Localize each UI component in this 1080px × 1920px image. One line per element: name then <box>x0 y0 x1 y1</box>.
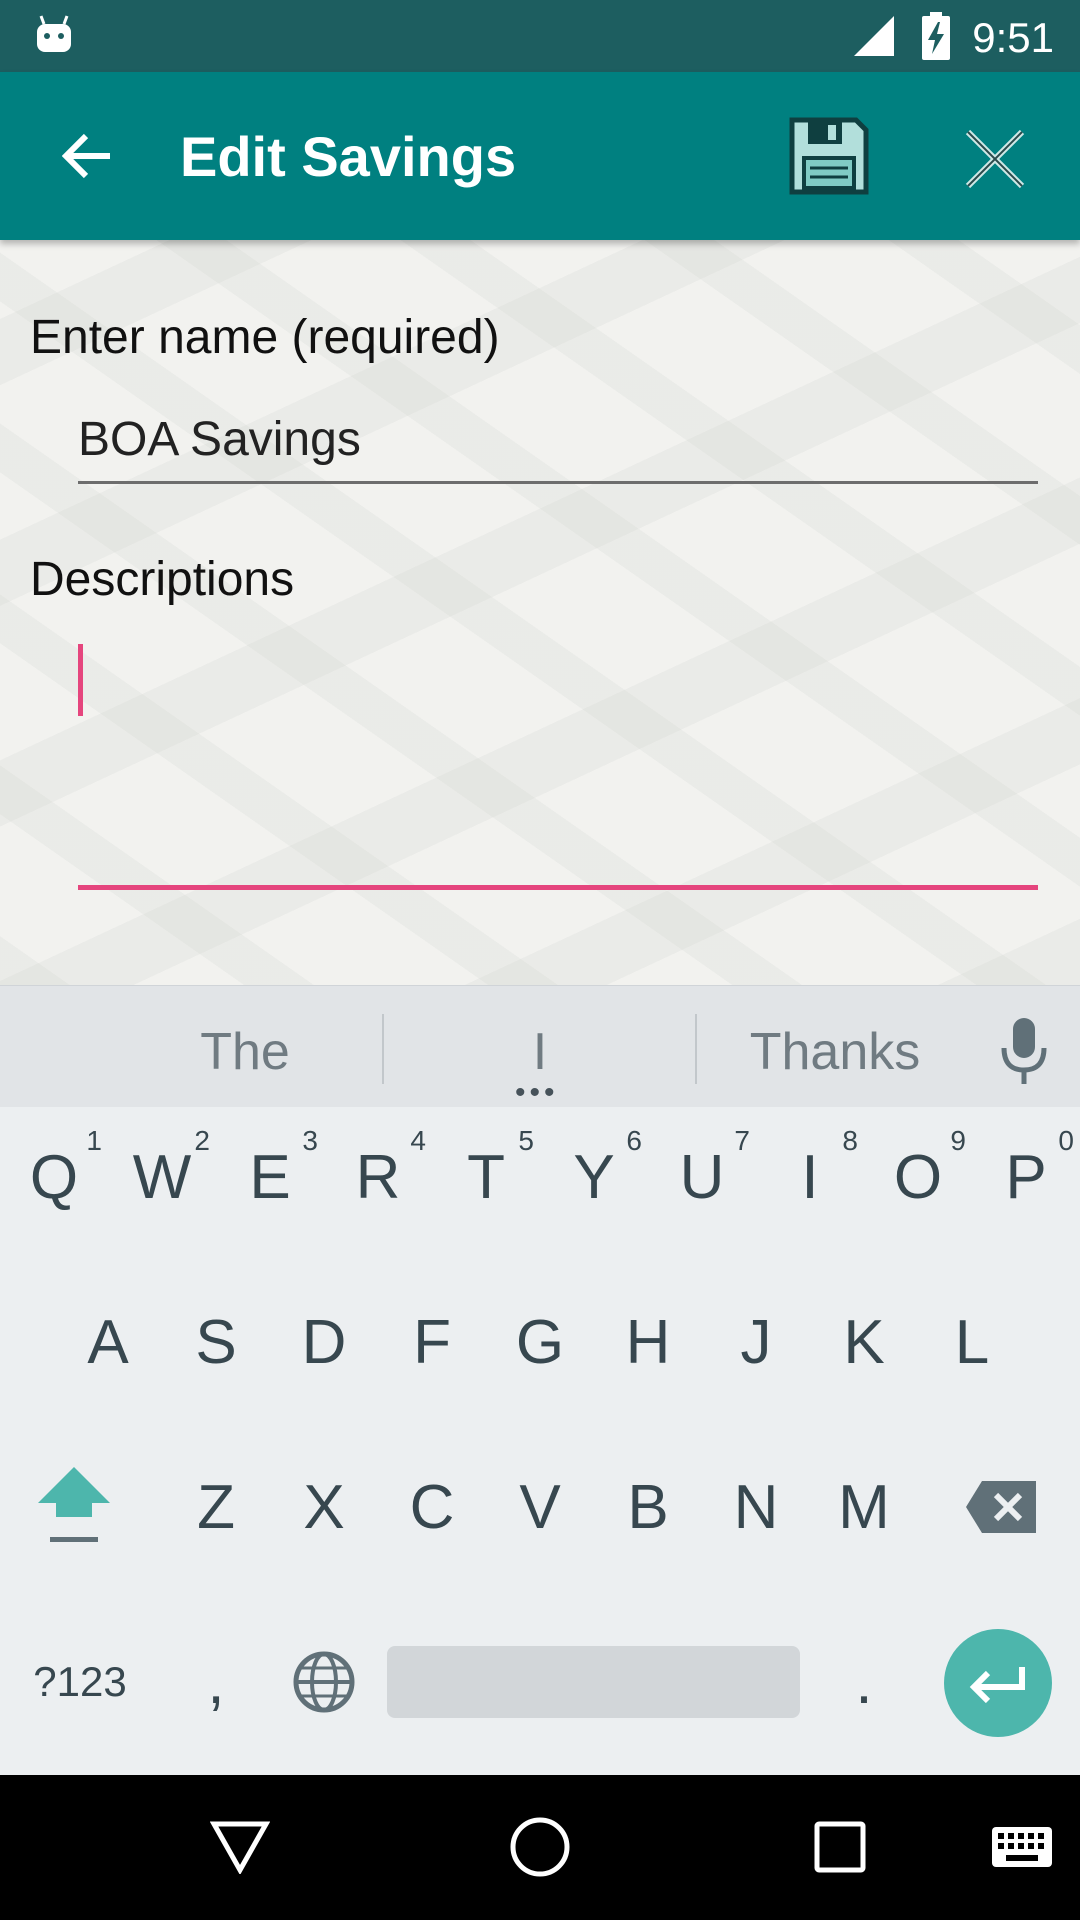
key-b[interactable]: B <box>598 1437 698 1577</box>
description-label: Descriptions <box>30 553 295 606</box>
key-s[interactable]: S <box>166 1272 266 1412</box>
key-r[interactable]: R4 <box>328 1107 428 1247</box>
description-input[interactable] <box>78 620 1038 890</box>
key-a[interactable]: A <box>58 1272 158 1412</box>
key-label: Q <box>29 1142 79 1212</box>
key-w[interactable]: W2 <box>112 1107 212 1247</box>
key-v[interactable]: V <box>490 1437 590 1577</box>
key-x[interactable]: X <box>274 1437 374 1577</box>
save-floppy-icon <box>789 117 869 195</box>
home-circle-icon <box>510 1817 570 1877</box>
key-hint: 8 <box>842 1125 858 1156</box>
key-label: Y <box>573 1142 615 1212</box>
suggestion-2[interactable]: I <box>385 1022 695 1082</box>
key-m[interactable]: M <box>814 1437 914 1577</box>
key-hint: 6 <box>626 1125 642 1156</box>
system-nav-bar <box>0 1775 1080 1920</box>
key-g[interactable]: G <box>490 1272 590 1412</box>
key-label: W <box>132 1142 192 1212</box>
key-hint: 9 <box>950 1125 966 1156</box>
suggestion-divider <box>382 1014 384 1084</box>
language-key[interactable] <box>274 1612 374 1752</box>
key-o[interactable]: O9 <box>868 1107 968 1247</box>
key-label: P <box>1005 1142 1047 1212</box>
key-e[interactable]: E3 <box>220 1107 320 1247</box>
key-j[interactable]: J <box>706 1272 806 1412</box>
battery-charging-icon <box>922 12 950 60</box>
key-hint: 5 <box>518 1125 534 1156</box>
globe-icon <box>293 1651 355 1713</box>
close-button[interactable] <box>950 114 1040 204</box>
form-area: Enter name (required) BOA Savings Descri… <box>0 240 1080 985</box>
key-i[interactable]: I8 <box>760 1107 860 1247</box>
close-icon <box>965 129 1025 189</box>
key-hint: 1 <box>86 1125 102 1156</box>
key-c[interactable]: C <box>382 1437 482 1577</box>
key-label: U <box>679 1142 725 1212</box>
comma-key[interactable]: , <box>166 1612 266 1752</box>
keyboard-icon <box>992 1827 1052 1867</box>
enter-key[interactable] <box>944 1629 1052 1737</box>
suggestion-strip: The I ••• Thanks <box>0 985 1080 1109</box>
app-bar: Edit Savings <box>0 72 1080 240</box>
suggestion-1[interactable]: The <box>110 1022 380 1082</box>
key-hint: 2 <box>194 1125 210 1156</box>
key-hint: 0 <box>1058 1125 1074 1156</box>
more-suggestions-icon: ••• <box>515 1076 559 1109</box>
key-t[interactable]: T5 <box>436 1107 536 1247</box>
back-arrow-icon <box>62 133 110 179</box>
key-n[interactable]: N <box>706 1437 806 1577</box>
mic-icon <box>1001 1018 1047 1084</box>
text-cursor <box>78 644 83 716</box>
keyboard-switch-button[interactable] <box>980 1807 1064 1887</box>
name-input[interactable]: BOA Savings <box>78 400 1038 484</box>
backspace-key[interactable] <box>952 1437 1052 1577</box>
soft-keyboard: Q1 W2 E3 R4 T5 Y6 U7 I8 O9 P0 A S D F G … <box>0 1107 1080 1775</box>
shift-key[interactable] <box>24 1437 124 1577</box>
key-label: O <box>893 1142 943 1212</box>
shift-icon <box>38 1467 110 1542</box>
backspace-icon <box>966 1481 1036 1533</box>
enter-icon <box>969 1667 1025 1703</box>
key-h[interactable]: H <box>598 1272 698 1412</box>
nav-back-button[interactable] <box>200 1807 280 1887</box>
recents-square-icon <box>814 1821 866 1873</box>
key-hint: 4 <box>410 1125 426 1156</box>
page-title: Edit Savings <box>180 125 517 188</box>
key-p[interactable]: P0 <box>976 1107 1076 1247</box>
key-f[interactable]: F <box>382 1272 482 1412</box>
back-triangle-icon <box>210 1821 270 1874</box>
key-hint: 3 <box>302 1125 318 1156</box>
nav-recents-button[interactable] <box>800 1807 880 1887</box>
key-hint: 7 <box>734 1125 750 1156</box>
period-key[interactable]: . <box>814 1612 914 1752</box>
key-label: T <box>467 1142 505 1212</box>
key-u[interactable]: U7 <box>652 1107 752 1247</box>
status-clock: 9:51 <box>972 14 1054 61</box>
suggestion-3[interactable]: Thanks <box>700 1022 970 1082</box>
key-l[interactable]: L <box>922 1272 1022 1412</box>
android-icon <box>37 15 71 52</box>
key-label: I <box>801 1142 819 1212</box>
name-label: Enter name (required) <box>30 311 500 364</box>
key-y[interactable]: Y6 <box>544 1107 644 1247</box>
voice-input-button[interactable] <box>996 1016 1052 1086</box>
key-d[interactable]: D <box>274 1272 374 1412</box>
key-q[interactable]: Q1 <box>4 1107 104 1247</box>
symbols-key[interactable]: ?123 <box>30 1612 130 1752</box>
suggestion-divider <box>695 1014 697 1084</box>
nav-home-button[interactable] <box>500 1807 580 1887</box>
spacebar-key[interactable] <box>387 1646 800 1718</box>
key-label: R <box>355 1142 401 1212</box>
key-z[interactable]: Z <box>166 1437 266 1577</box>
key-k[interactable]: K <box>814 1272 914 1412</box>
key-label: E <box>249 1142 291 1212</box>
signal-icon <box>854 16 894 56</box>
status-bar: 9:51 <box>0 0 1080 72</box>
back-button[interactable] <box>44 112 132 200</box>
save-button[interactable] <box>786 114 870 198</box>
